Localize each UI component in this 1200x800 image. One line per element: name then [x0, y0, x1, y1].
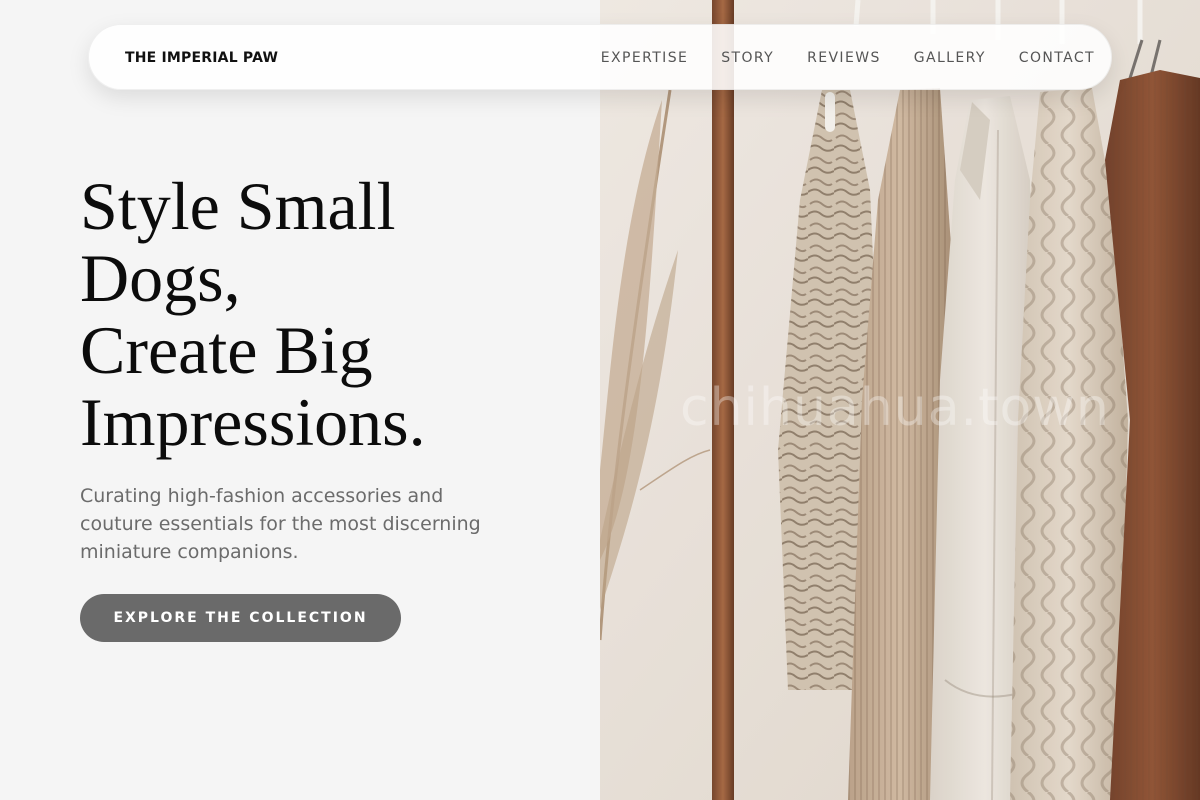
watermark-text: chihuahua.town: [680, 378, 1110, 438]
hero-title-line: Dogs,: [80, 240, 241, 316]
hero-title-line: Style Small: [80, 168, 396, 244]
hero-title: Style Small Dogs, Create Big Impressions…: [80, 170, 580, 458]
top-navigation: THE IMPERIAL PAW EXPERTISE STORY REVIEWS…: [88, 24, 1112, 90]
hero-image: chihuahua.town: [600, 0, 1200, 800]
hero-subtitle: Curating high-fashion accessories and co…: [80, 485, 481, 563]
hero-title-line: Impressions.: [80, 384, 426, 460]
nav-link-expertise[interactable]: EXPERTISE: [601, 50, 688, 66]
nav-link-reviews[interactable]: REVIEWS: [807, 50, 881, 66]
nav-link-gallery[interactable]: GALLERY: [914, 50, 986, 66]
nav-links: EXPERTISE STORY REVIEWS GALLERY CONTACT: [601, 25, 1095, 91]
nav-link-story[interactable]: STORY: [721, 50, 774, 66]
hero-title-line: Create Big: [80, 312, 373, 388]
brand-logo[interactable]: THE IMPERIAL PAW: [125, 25, 278, 91]
explore-collection-button[interactable]: EXPLORE THE COLLECTION: [80, 594, 401, 642]
nav-link-contact[interactable]: CONTACT: [1019, 50, 1095, 66]
